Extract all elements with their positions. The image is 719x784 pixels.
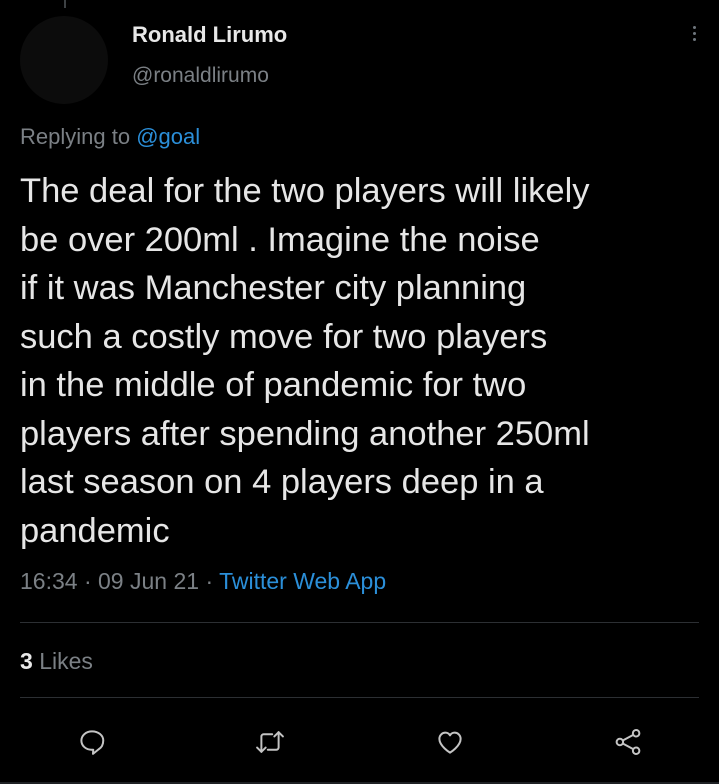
- tweet-time: 16:34: [20, 568, 78, 594]
- likes-label: Likes: [39, 648, 93, 674]
- meta-separator: ·: [83, 568, 92, 594]
- more-dot: [692, 26, 696, 29]
- replying-to: Replying to @goal: [20, 124, 200, 150]
- share-icon[interactable]: [608, 722, 648, 762]
- divider: [20, 622, 699, 623]
- tweet-text: The deal for the two players will likely…: [20, 172, 590, 550]
- more-dot: [692, 38, 696, 41]
- more-options-icon[interactable]: [691, 26, 697, 41]
- divider: [20, 697, 699, 698]
- author-name[interactable]: Ronald Lirumo: [132, 22, 287, 48]
- tweet-meta: 16:34 · 09 Jun 21 · Twitter Web App: [20, 568, 386, 595]
- author-handle[interactable]: @ronaldlirumo: [132, 64, 269, 88]
- meta-separator: ·: [205, 568, 214, 594]
- tweet-date: 09 Jun 21: [98, 568, 200, 594]
- avatar[interactable]: [20, 16, 108, 104]
- reply-icon[interactable]: [72, 722, 112, 762]
- replying-to-handle[interactable]: @goal: [136, 124, 200, 149]
- replying-to-label: Replying to: [20, 124, 131, 149]
- likes-count[interactable]: 3 Likes: [20, 648, 93, 675]
- heart-icon[interactable]: [430, 722, 470, 762]
- more-dot: [692, 32, 696, 35]
- tweet-source[interactable]: Twitter Web App: [219, 568, 386, 594]
- action-bar: [0, 712, 719, 772]
- likes-number: 3: [20, 648, 33, 674]
- retweet-icon[interactable]: [250, 722, 290, 762]
- thread-connector-line: [64, 0, 66, 8]
